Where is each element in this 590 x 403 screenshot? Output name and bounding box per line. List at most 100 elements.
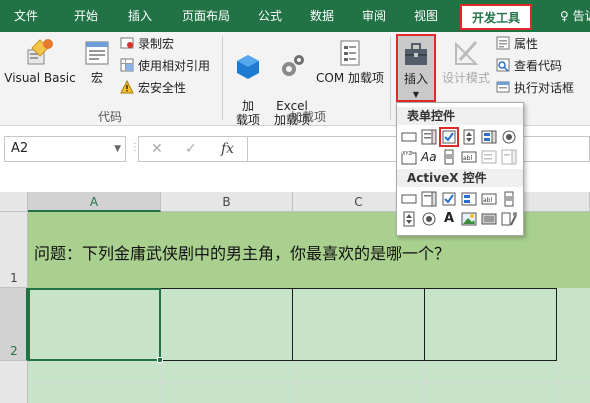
text-field-control-icon[interactable]: abl (461, 149, 477, 165)
design-mode-icon (455, 41, 479, 65)
text-field-caption: abl (463, 155, 472, 162)
label-control-icon[interactable]: Aa (421, 149, 439, 165)
fill-handle[interactable] (157, 357, 163, 363)
view-code-label: 查看代码 (514, 59, 563, 73)
macros-icon (85, 41, 109, 65)
activex-label-icon[interactable]: A (441, 211, 457, 227)
group-box-control-icon[interactable]: XYZ (401, 149, 417, 165)
select-all-corner[interactable] (0, 192, 28, 212)
macros-label: 宏 (90, 71, 103, 85)
formula-buttons: ✕ ✓ fx (138, 136, 248, 162)
cell-b2[interactable] (161, 288, 293, 361)
macro-security-label: 宏安全性 (138, 81, 187, 95)
cell-c2[interactable] (293, 288, 425, 361)
grid-line (425, 361, 426, 403)
design-mode-button[interactable]: 设计模式 (440, 38, 492, 85)
addins-label: 加 载项 (235, 99, 260, 127)
grid-line (161, 361, 162, 403)
tab-developer[interactable]: 开发工具 (460, 4, 532, 30)
macros-button[interactable]: 宏 (82, 38, 112, 85)
com-addins-button[interactable]: COM 加载项 (314, 38, 386, 85)
addins-button[interactable]: 加 载项 (228, 38, 268, 127)
chevron-down-icon[interactable]: ▼ (114, 137, 121, 161)
combo-dropdown-edit-control-icon (501, 149, 517, 165)
group-box-caption: XYZ (402, 151, 412, 157)
name-box-value: A2 (11, 141, 29, 156)
properties-icon (496, 36, 510, 50)
tab-page-layout[interactable]: 页面布局 (174, 0, 238, 32)
grid-line (293, 361, 294, 403)
scroll-bar-control-icon[interactable] (441, 149, 457, 165)
grid-line (557, 361, 558, 403)
tab-insert[interactable]: 插入 (118, 0, 162, 32)
properties-button[interactable]: 属性 (496, 34, 538, 54)
record-macro-button[interactable]: 录制宏 (120, 34, 174, 54)
visual-basic-button[interactable]: Visual Basic (2, 38, 78, 85)
use-relative-label: 使用相对引用 (138, 59, 211, 73)
tab-review[interactable]: 审阅 (354, 0, 394, 32)
column-header-a[interactable]: A (28, 192, 161, 212)
insert-controls-dropdown: 表单控件 XYZ Aa abl ActiveX 控件 abl A (396, 102, 524, 236)
view-code-button[interactable]: 查看代码 (496, 56, 562, 76)
activex-image-icon[interactable] (461, 211, 477, 227)
activex-controls-header: ActiveX 控件 (397, 169, 523, 187)
more-controls-icon[interactable] (501, 211, 517, 227)
activex-text-box-icon[interactable]: abl (481, 191, 497, 207)
ribbon-tab-bar: 文件 开始 插入 页面布局 公式 数据 审阅 视图 开发工具 ♀ 告诉 (0, 0, 590, 32)
tab-formulas[interactable]: 公式 (250, 0, 290, 32)
row-header-2[interactable]: 2 (0, 288, 28, 361)
run-dialog-label: 执行对话框 (514, 81, 575, 95)
enter-icon[interactable]: ✓ (185, 141, 197, 157)
visual-basic-icon (27, 39, 53, 65)
view-code-icon (496, 58, 510, 72)
insert-label: 插入 (403, 72, 428, 86)
question-text: 问题：下列金庸武侠剧中的男主角，你最喜欢的是哪一个？ (34, 244, 451, 263)
tab-home[interactable]: 开始 (64, 0, 108, 32)
run-dialog-icon (496, 81, 510, 93)
list-box-control-icon[interactable] (481, 129, 497, 145)
relative-reference-icon (120, 58, 134, 72)
activex-combo-box-icon[interactable] (421, 191, 437, 207)
grid-line (28, 382, 590, 383)
combo-box-control-icon[interactable] (421, 129, 437, 145)
com-addins-icon (340, 40, 360, 66)
option-button-control-icon[interactable] (501, 129, 517, 145)
insert-function-icon[interactable]: fx (221, 141, 234, 157)
tab-file[interactable]: 文件 (4, 0, 48, 32)
toolbox-icon (405, 43, 427, 65)
cell-a2-selected[interactable] (28, 288, 161, 361)
macro-security-button[interactable]: 宏安全性 (120, 78, 186, 98)
design-mode-label: 设计模式 (441, 71, 490, 85)
group-separator (222, 36, 223, 120)
record-macro-label: 录制宏 (138, 37, 175, 51)
tab-data[interactable]: 数据 (302, 0, 342, 32)
cell-d2[interactable] (425, 288, 557, 361)
activex-option-button-icon[interactable] (421, 211, 437, 227)
combo-list-edit-control-icon (481, 149, 497, 165)
addins-icon (237, 55, 259, 79)
form-controls-header: 表单控件 (397, 107, 523, 125)
row-header-3[interactable] (0, 361, 28, 403)
tell-me-search[interactable]: ♀ 告诉 (560, 0, 590, 32)
name-box[interactable]: A2 ▼ (4, 136, 126, 162)
activex-checkbox-icon[interactable] (441, 191, 457, 207)
group-separator (390, 36, 391, 120)
activex-button-icon[interactable] (401, 191, 417, 207)
run-dialog-button[interactable]: 执行对话框 (496, 78, 574, 98)
activex-spin-button-icon[interactable] (401, 211, 417, 227)
row-header-1[interactable]: 1 (0, 212, 28, 288)
cancel-icon[interactable]: ✕ (151, 141, 163, 157)
use-relative-reference-button[interactable]: 使用相对引用 (120, 56, 210, 76)
gears-icon (282, 55, 304, 76)
checkbox-control-icon[interactable] (439, 127, 459, 147)
insert-controls-button[interactable]: 插入 ▼ (396, 34, 436, 102)
column-header-b[interactable]: B (161, 192, 293, 212)
tab-view[interactable]: 视图 (406, 0, 446, 32)
button-control-icon[interactable] (401, 129, 417, 145)
spin-button-control-icon[interactable] (461, 129, 477, 145)
activex-list-box-icon[interactable] (461, 191, 477, 207)
dropdown-caret-icon: ▼ (412, 90, 420, 99)
activex-scroll-bar-icon[interactable] (501, 191, 517, 207)
row-number: 1 (10, 271, 18, 285)
activex-toggle-button-icon[interactable] (481, 211, 497, 227)
